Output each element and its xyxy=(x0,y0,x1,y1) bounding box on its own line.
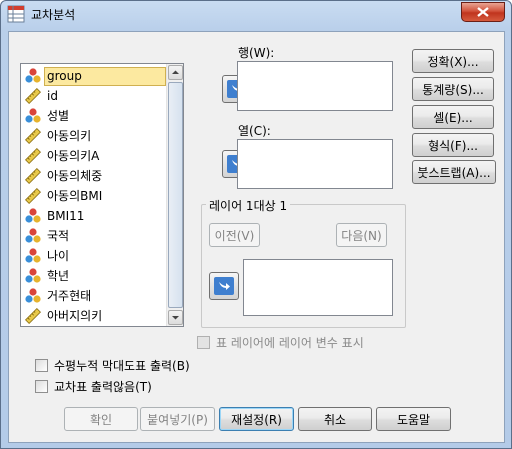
rows-target-list[interactable] xyxy=(237,61,393,111)
variable-list-item[interactable]: 성별 xyxy=(23,106,165,126)
help-button[interactable]: 도움말 xyxy=(376,407,451,431)
variable-label: 아동의키A xyxy=(47,148,100,163)
clustered-bar-option[interactable]: 수평누적 막대도표 출력(B) xyxy=(35,357,190,374)
scale-icon xyxy=(25,168,41,184)
variable-label: 성별 xyxy=(47,108,70,123)
variable-label: 거주현태 xyxy=(47,288,92,303)
scale-icon xyxy=(25,128,41,144)
variable-label: 나이 xyxy=(47,248,70,263)
chevron-down-icon xyxy=(172,316,179,320)
nominal-icon xyxy=(25,248,41,263)
scale-icon xyxy=(25,188,41,204)
variable-label: 학년 xyxy=(47,268,70,283)
close-icon xyxy=(477,7,489,17)
move-to-layer-button[interactable] xyxy=(209,272,239,300)
variable-list-item[interactable]: group xyxy=(23,66,166,86)
nominal-icon xyxy=(25,108,41,123)
scroll-down-button[interactable] xyxy=(168,310,183,325)
previous-layer-button[interactable]: 이전(V) xyxy=(209,223,260,247)
variable-list-item[interactable]: 거주현태 xyxy=(23,286,165,306)
layer-display-label: 표 레이어에 레이어 변수 표시 xyxy=(216,336,364,350)
variable-label: 아동의키 xyxy=(47,128,92,143)
variable-list-item[interactable]: 국적 xyxy=(23,226,165,246)
variable-label: 아동의BMI xyxy=(47,188,103,203)
variable-list-item[interactable]: 나이 xyxy=(23,246,165,266)
format-button[interactable]: 형식(F)... xyxy=(412,133,494,157)
variable-list-item[interactable]: 아동의키A xyxy=(23,146,165,166)
window-title: 교차분석 xyxy=(31,8,76,22)
layer-display-option[interactable]: 표 레이어에 레이어 변수 표시 xyxy=(197,334,364,351)
nominal-icon xyxy=(25,288,41,303)
layer-title: 레이어 1대상 1 xyxy=(206,197,291,214)
suppress-tables-label: 교차표 출력않음(T) xyxy=(54,380,152,394)
clustered-bar-label: 수평누적 막대도표 출력(B) xyxy=(54,359,190,373)
statistics-button[interactable]: 통계량(S)... xyxy=(412,77,494,101)
variable-label: group xyxy=(44,66,166,86)
close-button[interactable] xyxy=(461,2,505,22)
scale-icon xyxy=(25,148,41,164)
bootstrap-button[interactable]: 붓스트랩(A)... xyxy=(412,160,496,184)
scroll-up-button[interactable] xyxy=(168,65,183,80)
nominal-icon xyxy=(25,208,41,223)
cancel-button[interactable]: 취소 xyxy=(298,407,372,431)
crosstabs-app-icon xyxy=(7,5,25,23)
suppress-tables-checkbox[interactable] xyxy=(35,380,48,393)
variable-list-item[interactable]: 아버지의키 xyxy=(23,306,165,326)
variable-list-item[interactable]: 아동의체중 xyxy=(23,166,165,186)
dialog-window: 교차분석 group id 성별아동의키아동의키A 아동의체중아동의BMI BMI11 국… xyxy=(0,0,512,449)
variable-label: BMI11 xyxy=(47,208,85,223)
variable-list-item[interactable]: BMI11 xyxy=(23,206,165,226)
variable-list-item[interactable]: 학년 xyxy=(23,266,165,286)
suppress-tables-option[interactable]: 교차표 출력않음(T) xyxy=(35,378,152,395)
next-layer-button[interactable]: 다음(N) xyxy=(336,223,387,247)
layer-target-list[interactable] xyxy=(243,259,393,316)
arrow-right-icon xyxy=(219,282,230,290)
variable-label: 아버지의키 xyxy=(47,308,103,323)
clustered-bar-checkbox[interactable] xyxy=(35,359,48,372)
dialog-body: group id 성별아동의키아동의키A 아동의체중아동의BMI BMI11 국적나이학년… xyxy=(8,31,505,443)
columns-label: 열(C): xyxy=(238,124,271,138)
variable-label: 아동의체중 xyxy=(47,168,103,183)
variable-list-item[interactable]: 아동의BMI xyxy=(23,186,165,206)
title-bar[interactable]: 교차분석 xyxy=(1,1,511,27)
reset-button[interactable]: 재설정(R) xyxy=(219,407,294,431)
variable-list-item[interactable]: 아동의키 xyxy=(23,126,165,146)
columns-target-list[interactable] xyxy=(237,139,393,189)
variable-label: 국적 xyxy=(47,228,70,243)
scale-icon xyxy=(25,88,41,104)
variable-label: id xyxy=(47,88,58,103)
paste-button[interactable]: 붙여넣기(P) xyxy=(140,407,215,431)
variable-list-item[interactable]: id xyxy=(23,86,165,106)
rows-label: 행(W): xyxy=(238,46,275,60)
nominal-icon xyxy=(25,268,41,283)
chevron-up-icon xyxy=(172,70,179,74)
nominal-icon xyxy=(25,228,41,243)
exact-button[interactable]: 정확(X)... xyxy=(412,49,494,73)
ok-button[interactable]: 확인 xyxy=(64,407,138,431)
cells-button[interactable]: 셀(E)... xyxy=(412,105,494,129)
variable-list[interactable]: group id 성별아동의키아동의키A 아동의체중아동의BMI BMI11 국적나이학년… xyxy=(20,63,184,327)
variable-list-scrollbar[interactable] xyxy=(166,64,183,326)
nominal-icon xyxy=(25,68,41,83)
scale-icon xyxy=(25,308,41,324)
layer-display-checkbox[interactable] xyxy=(197,336,210,349)
scroll-thumb[interactable] xyxy=(168,82,183,308)
